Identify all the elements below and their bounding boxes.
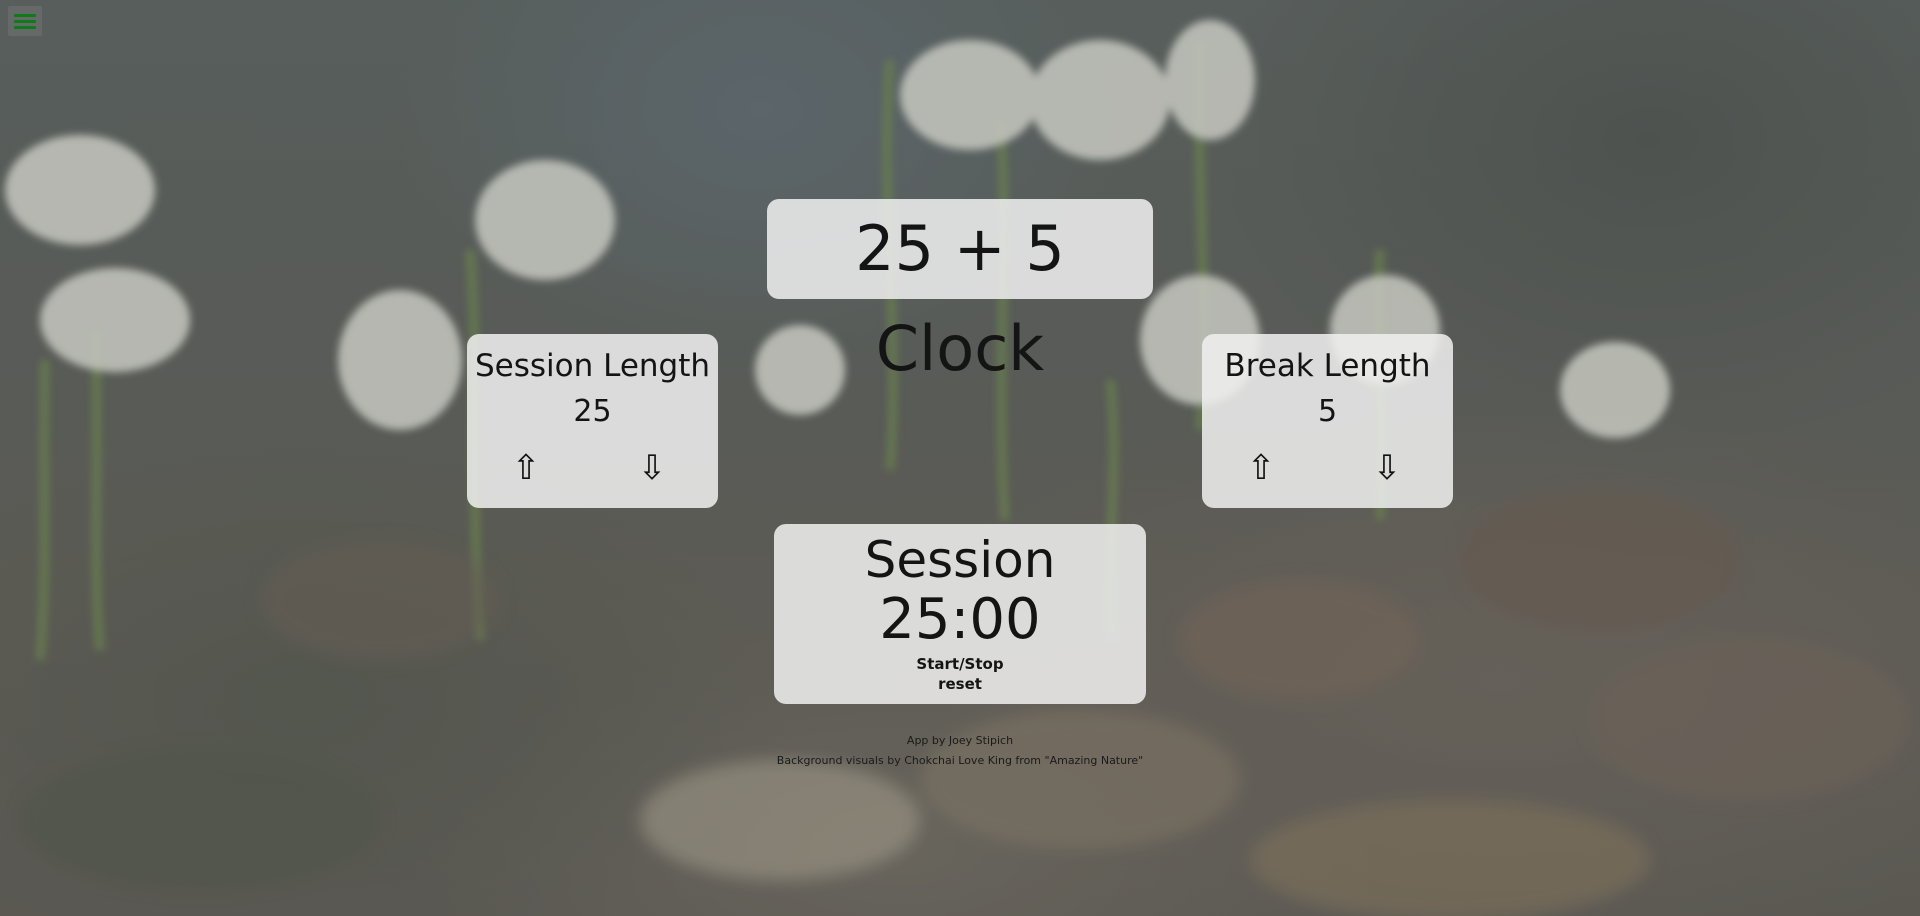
app-title: 25 + 5 Clock bbox=[855, 212, 1065, 385]
break-increment-button[interactable]: ⇧ bbox=[1239, 446, 1283, 490]
author-credit: App by Joey Stipich bbox=[906, 734, 1014, 747]
start-stop-button[interactable]: Start/Stop bbox=[774, 654, 1146, 674]
break-length-label: Break Length bbox=[1224, 348, 1431, 384]
reset-button[interactable]: reset bbox=[774, 674, 1146, 694]
timer-label: Session bbox=[864, 531, 1056, 589]
background-overlay bbox=[0, 0, 1920, 916]
session-length-label: Session Length bbox=[474, 348, 711, 384]
menu-bar bbox=[14, 20, 36, 23]
background-image bbox=[0, 0, 1920, 916]
menu-bar bbox=[14, 14, 36, 17]
timer-card: Session 25:00 Start/Stop reset bbox=[774, 524, 1146, 704]
background-credit: Background visuals by Chokchai Love King… bbox=[776, 754, 1144, 767]
session-length-value: 25 bbox=[573, 394, 612, 429]
break-length-value: 5 bbox=[1317, 394, 1338, 429]
break-length-card: Break Length 5 ⇧ ⇩ bbox=[1202, 334, 1453, 508]
hamburger-menu-icon[interactable] bbox=[8, 6, 42, 36]
session-increment-button[interactable]: ⇧ bbox=[504, 446, 548, 490]
break-decrement-button[interactable]: ⇩ bbox=[1365, 446, 1409, 490]
time-left: 25:00 bbox=[879, 587, 1041, 652]
session-decrement-button[interactable]: ⇩ bbox=[630, 446, 674, 490]
menu-bar bbox=[14, 26, 36, 29]
title-card: 25 + 5 Clock bbox=[767, 199, 1153, 385]
credits: App by Joey Stipich Background visuals b… bbox=[0, 731, 1920, 771]
session-length-card: Session Length 25 ⇧ ⇩ bbox=[467, 334, 718, 508]
